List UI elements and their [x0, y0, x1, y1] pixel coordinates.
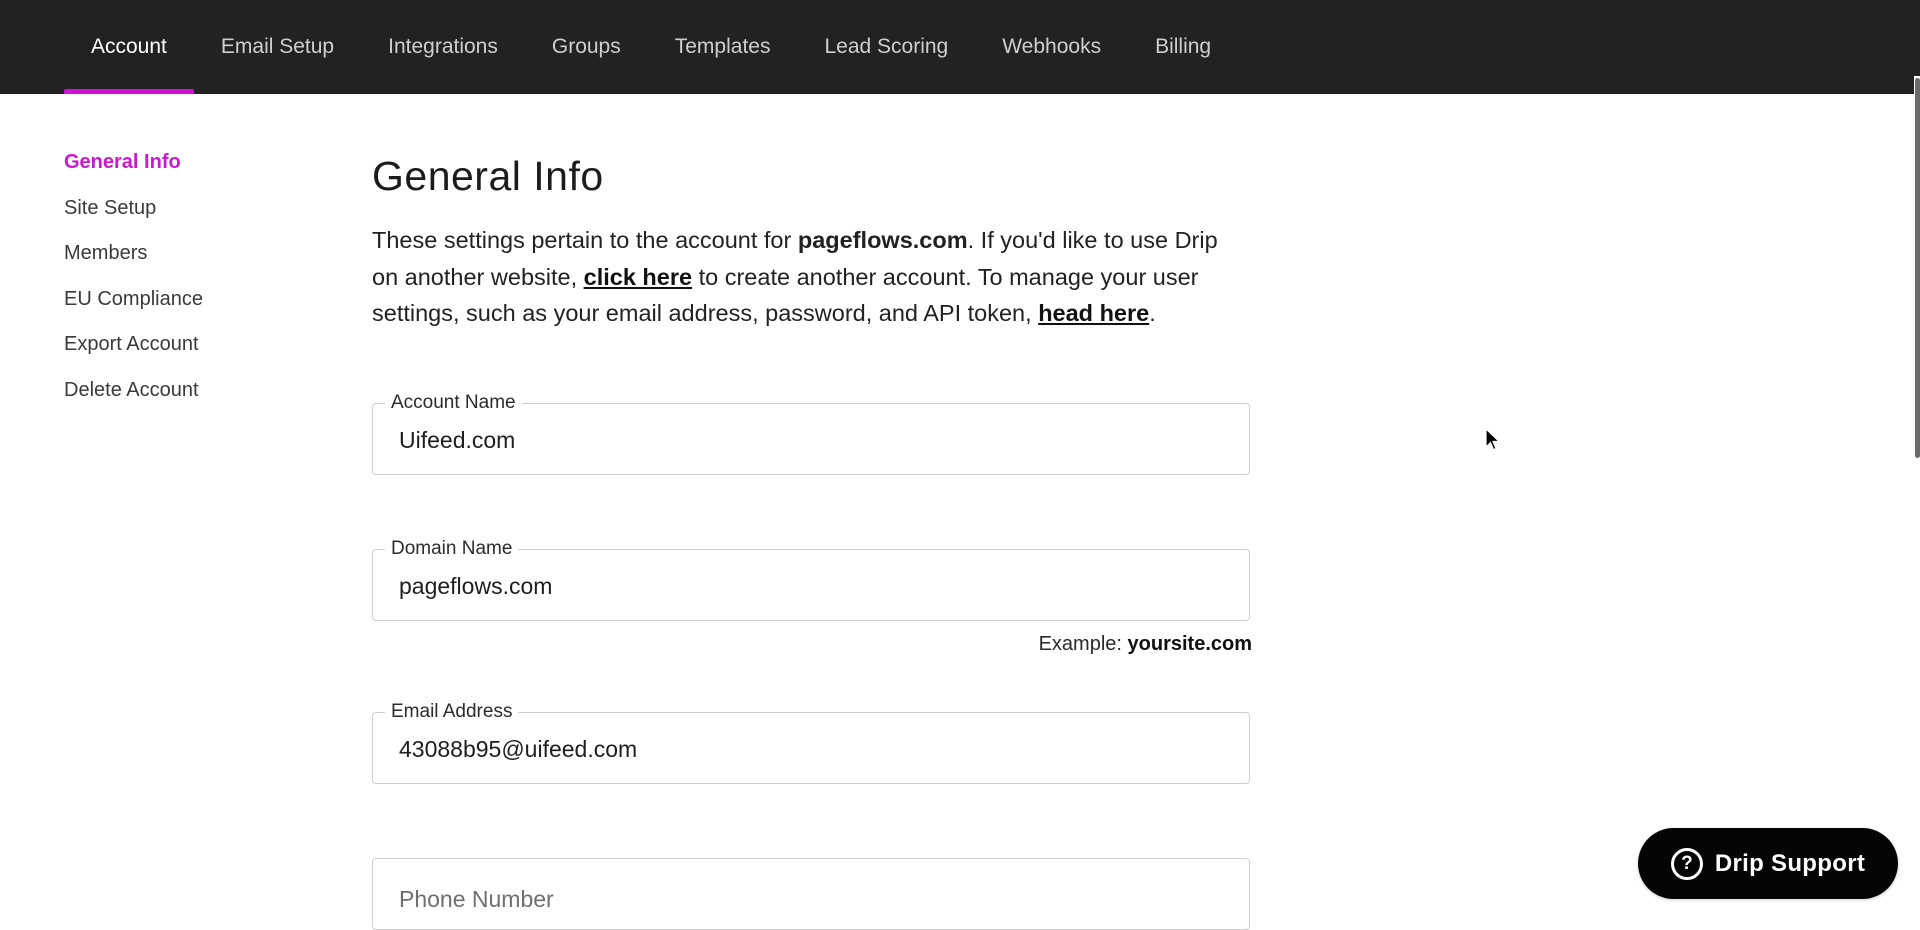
tab-billing[interactable]: Billing	[1128, 0, 1238, 94]
hint-example: yoursite.com	[1127, 633, 1252, 655]
email-address-input[interactable]	[399, 733, 1219, 765]
main-content: General Info These settings pertain to t…	[372, 150, 1252, 930]
account-name-input[interactable]	[399, 424, 1219, 456]
sidebar-item-general-info[interactable]: General Info	[64, 150, 304, 174]
sidebar-item-delete-account[interactable]: Delete Account	[64, 378, 304, 402]
intro-text: These settings pertain to the account fo…	[372, 227, 798, 253]
page-title: General Info	[372, 153, 604, 199]
intro-text: .	[1149, 300, 1156, 326]
scrollbar-thumb[interactable]	[1915, 78, 1920, 458]
domain-name-label: Domain Name	[385, 537, 519, 561]
settings-sidebar: General Info Site Setup Members EU Compl…	[64, 150, 304, 423]
account-domain: pageflows.com	[797, 227, 968, 253]
intro-paragraph: These settings pertain to the account fo…	[372, 222, 1232, 332]
domain-name-input[interactable]	[399, 570, 1219, 602]
tab-templates[interactable]: Templates	[648, 0, 798, 94]
domain-example-hint: Example: yoursite.com	[374, 633, 1252, 656]
sidebar-item-export-account[interactable]: Export Account	[64, 332, 304, 356]
tab-account[interactable]: Account	[64, 0, 194, 94]
domain-name-field: Domain Name	[372, 537, 1250, 621]
tab-lead-scoring[interactable]: Lead Scoring	[797, 0, 975, 94]
drip-support-label: Drip Support	[1714, 849, 1866, 877]
account-name-label: Account Name	[385, 391, 522, 415]
top-nav-tabs: Account Email Setup Integrations Groups …	[64, 0, 1238, 94]
sidebar-item-members[interactable]: Members	[64, 241, 304, 265]
tab-integrations[interactable]: Integrations	[361, 0, 525, 94]
user-settings-link[interactable]: head here	[1038, 300, 1149, 326]
tab-groups[interactable]: Groups	[525, 0, 648, 94]
create-account-link[interactable]: click here	[584, 264, 692, 290]
tab-email-setup[interactable]: Email Setup	[194, 0, 361, 94]
email-address-label: Email Address	[385, 700, 519, 724]
sidebar-item-eu-compliance[interactable]: EU Compliance	[64, 287, 304, 311]
tab-webhooks[interactable]: Webhooks	[975, 0, 1128, 94]
hint-prefix: Example:	[1038, 633, 1128, 655]
phone-number-field	[372, 858, 1250, 930]
mouse-cursor-icon	[1485, 428, 1501, 451]
drip-support-button[interactable]: ? Drip Support	[1638, 828, 1898, 899]
question-circle-icon: ?	[1670, 847, 1703, 880]
sidebar-item-site-setup[interactable]: Site Setup	[64, 196, 304, 220]
email-address-field: Email Address	[372, 700, 1250, 784]
phone-number-input[interactable]	[399, 883, 1219, 915]
account-name-field: Account Name	[372, 391, 1250, 475]
top-navigation: Account Email Setup Integrations Groups …	[0, 0, 1920, 94]
